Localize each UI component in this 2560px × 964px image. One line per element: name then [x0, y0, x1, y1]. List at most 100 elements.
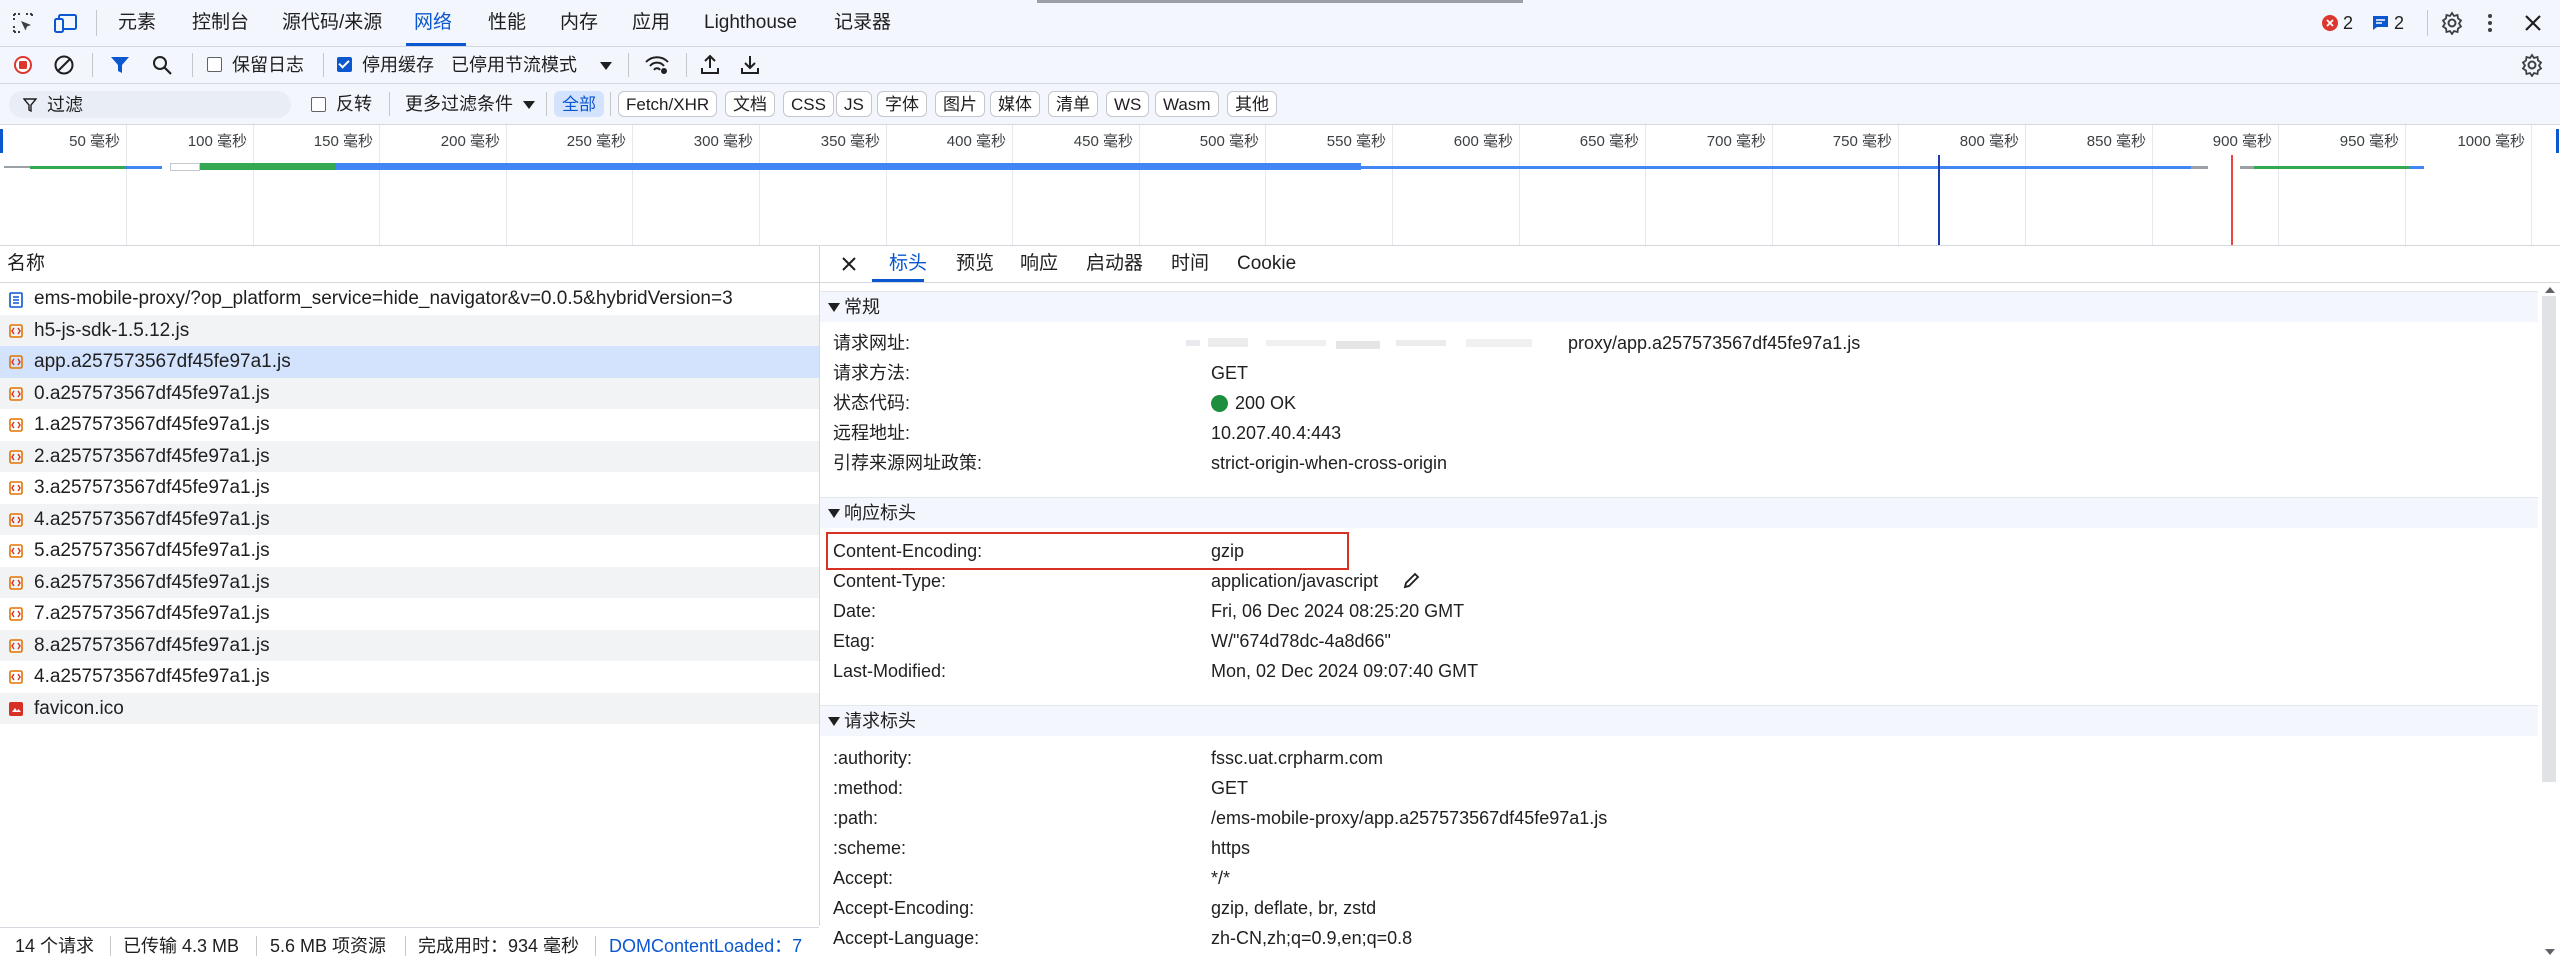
- throttling-select[interactable]: 已停用节流模式: [451, 55, 577, 75]
- edit-pencil-icon[interactable]: [1402, 572, 1420, 590]
- request-name[interactable]: 4.a257573567df45fe97a1.js: [34, 504, 270, 536]
- timeline-left-handle[interactable]: [0, 129, 3, 153]
- request-row[interactable]: 0.a257573567df45fe97a1.js: [0, 377, 819, 410]
- chip-img[interactable]: 图片: [935, 91, 985, 117]
- chip-other[interactable]: 其他: [1227, 91, 1277, 117]
- request-name[interactable]: 5.a257573567df45fe97a1.js: [34, 535, 270, 567]
- request-row[interactable]: 3.a257573567df45fe97a1.js: [0, 472, 819, 504]
- chip-all[interactable]: 全部: [554, 91, 604, 117]
- header-value[interactable]: GET: [1211, 777, 1248, 799]
- chip-font[interactable]: 字体: [877, 91, 927, 117]
- response-headers-section-header[interactable]: 响应标头: [820, 497, 2538, 528]
- request-row[interactable]: 8.a257573567df45fe97a1.js: [0, 629, 819, 662]
- disable-cache-label[interactable]: 停用缓存: [362, 55, 434, 75]
- tab-application[interactable]: 应用: [632, 0, 670, 46]
- details-tab-preview[interactable]: 预览: [956, 246, 994, 282]
- tab-recorder[interactable]: 记录器: [834, 0, 891, 46]
- request-name[interactable]: 2.a257573567df45fe97a1.js: [34, 441, 270, 473]
- request-name[interactable]: 1.a257573567df45fe97a1.js: [34, 409, 270, 441]
- stop-recording-icon[interactable]: [13, 55, 33, 75]
- scroll-down-arrow-icon[interactable]: [2545, 949, 2555, 955]
- close-icon[interactable]: [2524, 14, 2542, 32]
- header-value[interactable]: Fri, 06 Dec 2024 08:25:20 GMT: [1211, 600, 1464, 622]
- request-row[interactable]: 5.a257573567df45fe97a1.js: [0, 535, 819, 567]
- preserve-log-checkbox[interactable]: [207, 57, 222, 72]
- chip-doc[interactable]: 文档: [725, 91, 775, 117]
- tab-network[interactable]: 网络: [414, 0, 452, 46]
- preserve-log-label[interactable]: 保留日志: [232, 55, 304, 75]
- tab-console[interactable]: 控制台: [192, 0, 249, 46]
- request-name[interactable]: 4.a257573567df45fe97a1.js: [34, 661, 270, 693]
- request-name[interactable]: 0.a257573567df45fe97a1.js: [34, 378, 270, 410]
- tab-memory[interactable]: 内存: [560, 0, 598, 46]
- header-value[interactable]: strict-origin-when-cross-origin: [1211, 452, 1447, 474]
- tab-elements[interactable]: 元素: [118, 0, 156, 46]
- request-name[interactable]: app.a257573567df45fe97a1.js: [34, 346, 291, 378]
- device-toolbar-icon[interactable]: [54, 12, 78, 34]
- more-filters-dropdown[interactable]: 更多过滤条件: [405, 94, 513, 114]
- details-tab-headers[interactable]: 标头: [889, 246, 927, 282]
- request-row[interactable]: 1.a257573567df45fe97a1.js: [0, 409, 819, 441]
- close-details-icon[interactable]: [842, 257, 856, 271]
- details-scrollbar-thumb[interactable]: [2542, 296, 2556, 782]
- import-har-icon[interactable]: [700, 54, 720, 76]
- name-column-header[interactable]: 名称: [7, 246, 45, 282]
- header-value[interactable]: zh-CN,zh;q=0.9,en;q=0.8: [1211, 927, 1412, 949]
- request-headers-section-header[interactable]: 请求标头: [820, 705, 2538, 736]
- request-name[interactable]: 8.a257573567df45fe97a1.js: [34, 630, 270, 662]
- details-tab-cookies[interactable]: Cookie: [1237, 246, 1296, 282]
- details-tab-response[interactable]: 响应: [1020, 246, 1058, 282]
- filter-input[interactable]: 过滤: [9, 91, 291, 118]
- chip-manifest[interactable]: 清单: [1048, 91, 1098, 117]
- request-row[interactable]: 2.a257573567df45fe97a1.js: [0, 440, 819, 473]
- error-count[interactable]: 2: [2343, 12, 2353, 34]
- request-row[interactable]: 4.a257573567df45fe97a1.js: [0, 661, 819, 693]
- details-tab-timing[interactable]: 时间: [1171, 246, 1209, 282]
- invert-label[interactable]: 反转: [336, 94, 372, 114]
- request-name[interactable]: 3.a257573567df45fe97a1.js: [34, 472, 270, 504]
- request-url-value[interactable]: proxy/app.a257573567df45fe97a1.js: [1568, 332, 1860, 354]
- clear-icon[interactable]: [54, 55, 74, 75]
- chip-ws[interactable]: WS: [1106, 91, 1150, 117]
- request-row[interactable]: app.a257573567df45fe97a1.js: [0, 346, 819, 378]
- header-value[interactable]: Mon, 02 Dec 2024 09:07:40 GMT: [1211, 660, 1478, 682]
- chip-wasm[interactable]: Wasm: [1155, 91, 1219, 117]
- dropdown-arrow-icon[interactable]: [523, 101, 535, 109]
- filter-funnel-icon[interactable]: [110, 55, 130, 75]
- request-row[interactable]: 6.a257573567df45fe97a1.js: [0, 566, 819, 598]
- invert-checkbox[interactable]: [311, 97, 326, 112]
- header-value[interactable]: fssc.uat.crpharm.com: [1211, 747, 1383, 769]
- header-value[interactable]: W/"674d78dc-4a8d66": [1211, 630, 1391, 652]
- scroll-up-arrow-icon[interactable]: [2545, 287, 2555, 293]
- header-value[interactable]: 10.207.40.4:443: [1211, 422, 1341, 444]
- chip-media[interactable]: 媒体: [990, 91, 1040, 117]
- network-conditions-icon[interactable]: [644, 54, 670, 76]
- request-row[interactable]: ems-mobile-proxy/?op_platform_service=hi…: [0, 283, 819, 315]
- header-value[interactable]: application/javascript: [1211, 570, 1378, 592]
- header-value[interactable]: https: [1211, 837, 1250, 859]
- settings-gear-icon[interactable]: [2440, 11, 2464, 35]
- header-value[interactable]: 200 OK: [1235, 392, 1296, 414]
- disable-cache-checkbox[interactable]: [337, 57, 352, 72]
- more-options-icon[interactable]: [2486, 12, 2494, 34]
- details-tab-initiator[interactable]: 启动器: [1086, 246, 1143, 282]
- network-overview-timeline[interactable]: 50 毫秒 100 毫秒 150 毫秒 200 毫秒 250 毫秒 300 毫秒 350 毫…: [0, 125, 2560, 246]
- chip-css[interactable]: CSS: [783, 91, 834, 117]
- panel-splitter[interactable]: [819, 246, 820, 926]
- request-row[interactable]: h5-js-sdk-1.5.12.js: [0, 314, 819, 347]
- general-section-header[interactable]: 常规: [820, 291, 2538, 322]
- request-name[interactable]: favicon.ico: [34, 693, 124, 725]
- search-icon[interactable]: [152, 55, 172, 75]
- request-name[interactable]: ems-mobile-proxy/?op_platform_service=hi…: [34, 283, 733, 315]
- message-count[interactable]: 2: [2394, 12, 2404, 34]
- header-value[interactable]: gzip, deflate, br, zstd: [1211, 897, 1376, 919]
- request-row[interactable]: 7.a257573567df45fe97a1.js: [0, 598, 819, 630]
- request-name[interactable]: h5-js-sdk-1.5.12.js: [34, 315, 189, 347]
- chip-fetch-xhr[interactable]: Fetch/XHR: [618, 91, 718, 117]
- request-row[interactable]: favicon.ico: [0, 692, 819, 725]
- error-icon[interactable]: [2322, 15, 2338, 31]
- inspect-element-icon[interactable]: [12, 12, 34, 34]
- header-value[interactable]: /ems-mobile-proxy/app.a257573567df45fe97…: [1211, 807, 1607, 829]
- request-list-header[interactable]: 名称: [0, 246, 819, 283]
- export-har-icon[interactable]: [740, 54, 760, 76]
